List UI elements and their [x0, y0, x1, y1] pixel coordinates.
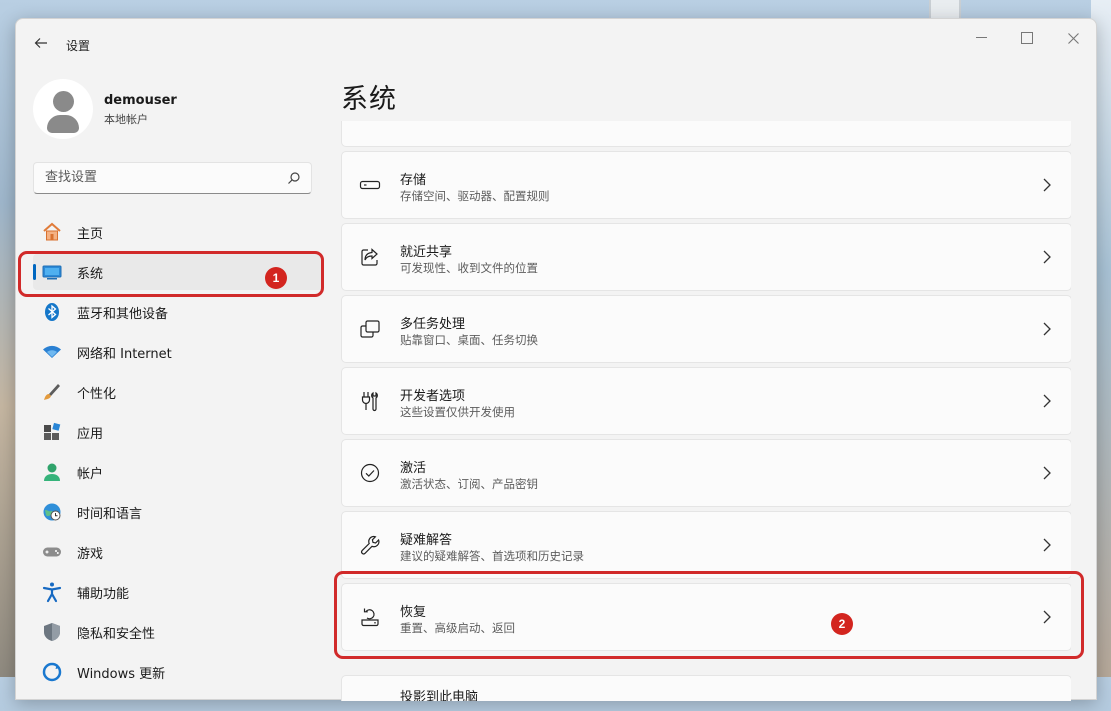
search-box[interactable]: [33, 162, 312, 194]
activation-check-icon: [360, 463, 380, 483]
sidebar-item-accounts[interactable]: 帐户: [33, 454, 323, 490]
avatar-head: [53, 91, 74, 112]
developer-tools-icon: [361, 391, 378, 412]
sidebar-item-privacy[interactable]: 隐私和安全性: [33, 614, 323, 650]
sidebar-item-label: 隐私和安全性: [77, 626, 156, 642]
home-icon: [41, 221, 63, 243]
avatar[interactable]: [33, 79, 93, 139]
chevron-right-icon: [1043, 538, 1051, 552]
window-controls: [958, 25, 1096, 51]
brush-icon: [41, 381, 63, 403]
sidebar-item-accessibility[interactable]: 辅助功能: [33, 574, 323, 610]
card-projection[interactable]: 投影到此电脑: [341, 675, 1071, 701]
close-button[interactable]: [1050, 25, 1096, 51]
sidebar-item-label: Windows 更新: [77, 666, 166, 682]
sidebar-item-personalization[interactable]: 个性化: [33, 374, 323, 410]
sidebar-item-label: 网络和 Internet: [77, 346, 172, 362]
sidebar-item-gaming[interactable]: 游戏: [33, 534, 323, 570]
card-troubleshoot[interactable]: 疑难解答 建议的疑难解答、首选项和历史记录: [341, 511, 1071, 579]
card-developer-options[interactable]: 开发者选项 这些设置仅供开发使用: [341, 367, 1071, 435]
chevron-right-icon: [1043, 466, 1051, 480]
card-nearby-sharing[interactable]: 就近共享 可发现性、收到文件的位置: [341, 223, 1071, 291]
search-input[interactable]: [43, 169, 277, 186]
back-button[interactable]: [30, 35, 52, 55]
card-subtitle: 存储空间、驱动器、配置规则: [400, 189, 550, 203]
sidebar-item-bluetooth[interactable]: 蓝牙和其他设备: [33, 294, 323, 330]
card-title: 疑难解答: [400, 533, 453, 548]
user-name: demouser: [104, 93, 177, 108]
storage-drive-icon: [359, 180, 381, 190]
annotation-box-recovery: [334, 571, 1084, 659]
card-subtitle: 建议的疑难解答、首选项和历史记录: [400, 549, 584, 563]
sidebar-item-home[interactable]: 主页: [33, 214, 323, 250]
sidebar-item-label: 帐户: [77, 466, 104, 482]
sidebar-item-time-language[interactable]: 时间和语言: [33, 494, 323, 530]
shield-icon: [41, 621, 63, 643]
wifi-icon: [41, 341, 63, 363]
card-subtitle: 贴靠窗口、桌面、任务切换: [400, 333, 538, 347]
globe-clock-icon: [41, 501, 63, 523]
minimize-button[interactable]: [958, 25, 1004, 51]
chevron-right-icon: [1043, 394, 1051, 408]
update-icon: [41, 661, 63, 683]
sidebar-item-label: 时间和语言: [77, 506, 143, 522]
bluetooth-icon: [41, 301, 63, 323]
sidebar-item-label: 辅助功能: [77, 586, 130, 602]
sidebar-item-label: 游戏: [77, 546, 104, 562]
card-title: 就近共享: [400, 245, 453, 260]
sidebar: demouser 本地帐户 主页 系统: [16, 71, 331, 711]
title-bar: 设置: [16, 19, 1096, 71]
chevron-right-icon: [1043, 178, 1051, 192]
card-activation[interactable]: 激活 激活状态、订阅、产品密钥: [341, 439, 1071, 507]
page-title: 系统: [341, 84, 397, 115]
card-title: 投影到此电脑: [400, 690, 479, 701]
apps-icon: [41, 421, 63, 443]
card-partial[interactable]: [341, 121, 1071, 147]
chevron-right-icon: [1043, 250, 1051, 264]
account-type: 本地帐户: [104, 113, 148, 126]
sidebar-item-windows-update[interactable]: Windows 更新: [33, 654, 323, 690]
card-multitasking[interactable]: 多任务处理 贴靠窗口、桌面、任务切换: [341, 295, 1071, 363]
gamepad-icon: [41, 541, 63, 563]
sidebar-item-label: 蓝牙和其他设备: [77, 306, 169, 322]
card-subtitle: 激活状态、订阅、产品密钥: [400, 477, 538, 491]
back-arrow-icon: [34, 38, 47, 48]
multitask-icon: [360, 320, 380, 338]
avatar-body: [47, 115, 79, 133]
sidebar-item-network[interactable]: 网络和 Internet: [33, 334, 323, 370]
close-icon: [1067, 32, 1079, 44]
card-title: 激活: [400, 461, 427, 476]
card-title: 开发者选项: [400, 389, 466, 404]
chevron-right-icon: [1043, 322, 1051, 336]
card-title: 多任务处理: [400, 317, 466, 332]
maximize-button[interactable]: [1004, 25, 1050, 51]
app-title: 设置: [66, 39, 91, 53]
share-icon: [361, 248, 378, 266]
person-icon: [41, 461, 63, 483]
card-subtitle: 可发现性、收到文件的位置: [400, 261, 538, 275]
annotation-badge-1: 1: [265, 267, 287, 289]
sidebar-item-label: 主页: [77, 226, 104, 242]
sidebar-item-label: 个性化: [77, 386, 117, 402]
card-title: 存储: [400, 173, 427, 188]
accessibility-icon: [41, 581, 63, 603]
maximize-icon: [1021, 32, 1033, 44]
annotation-badge-2: 2: [831, 613, 853, 635]
card-storage[interactable]: 存储 存储空间、驱动器、配置规则: [341, 151, 1071, 219]
wallpaper-lighthouse: [929, 0, 961, 18]
minimize-icon: [975, 37, 987, 38]
search-icon[interactable]: [287, 171, 301, 185]
wrench-icon: [361, 535, 380, 555]
card-subtitle: 这些设置仅供开发使用: [400, 405, 515, 419]
sidebar-item-apps[interactable]: 应用: [33, 414, 323, 450]
settings-window: 设置 demouser 本地帐户 查找设置 主页 系统 蓝牙和其他设备 网络和 …: [15, 18, 1097, 701]
sidebar-item-label: 应用: [77, 426, 104, 442]
